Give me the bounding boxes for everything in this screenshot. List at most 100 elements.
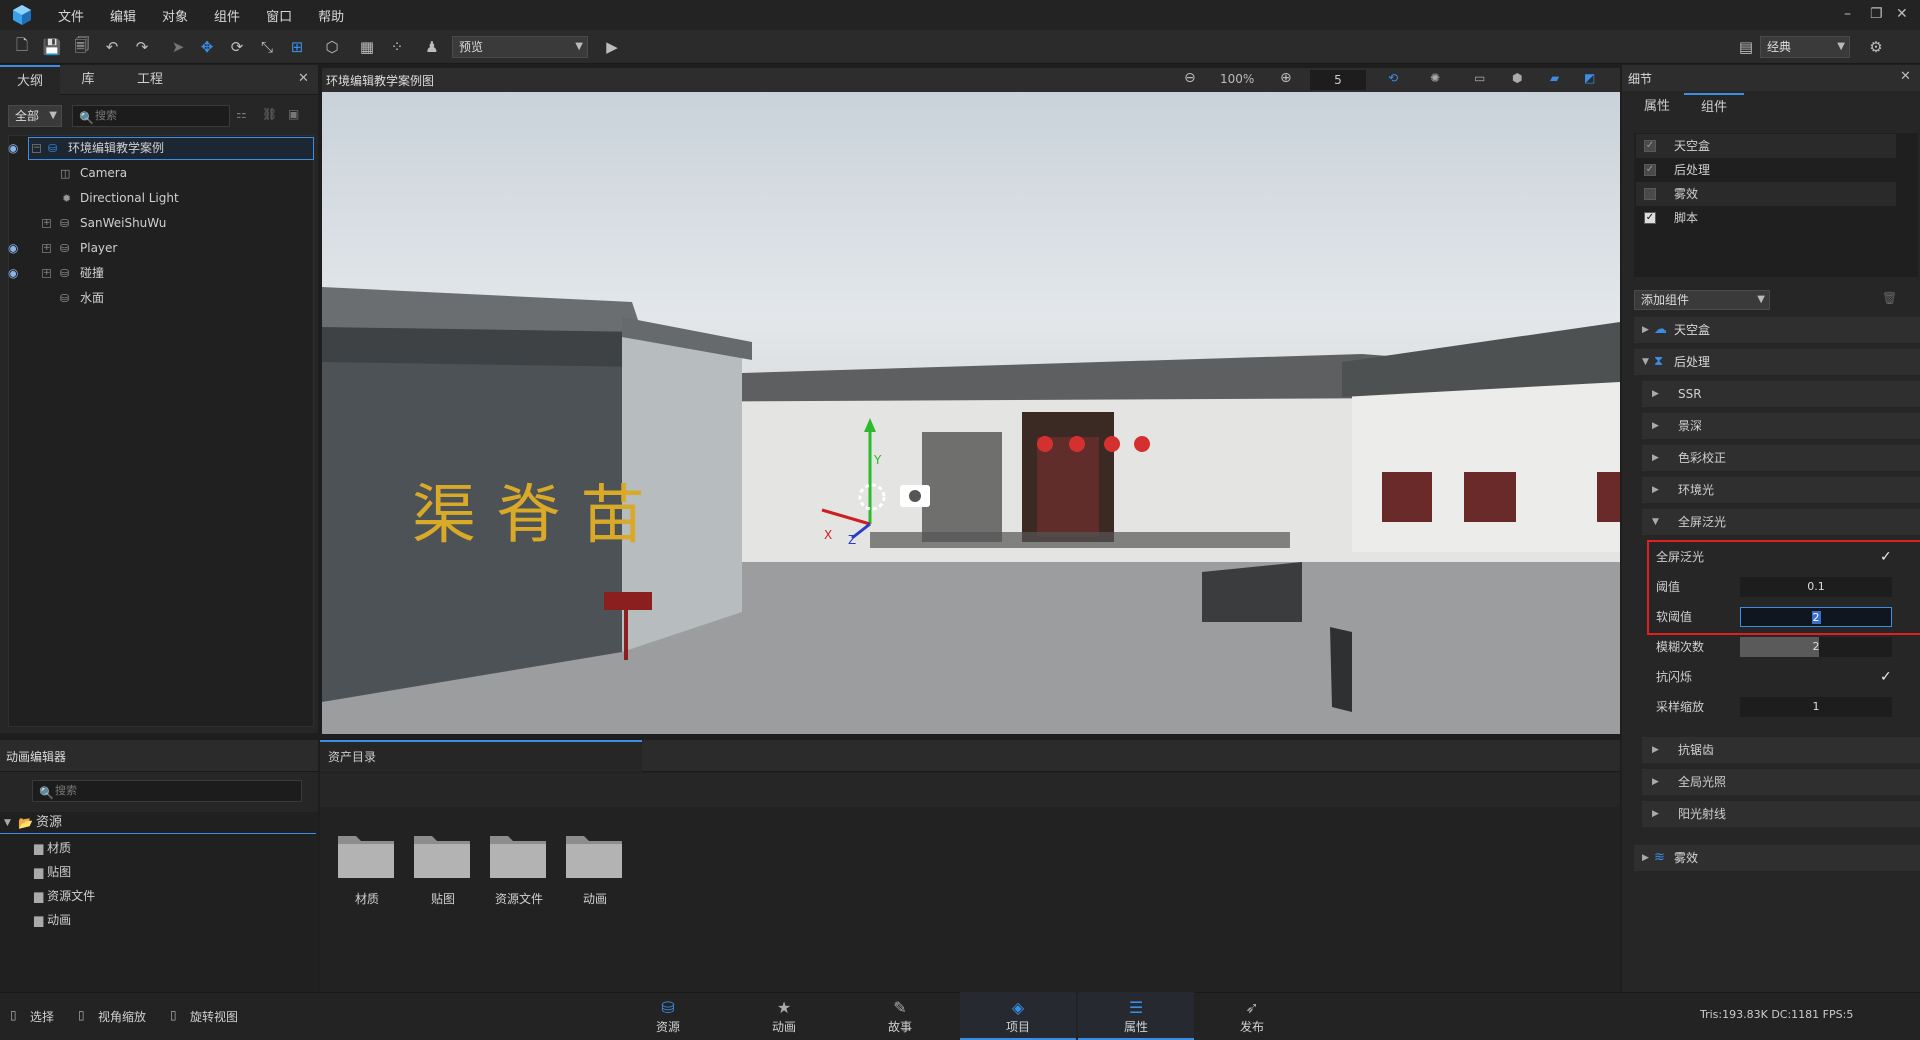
asset-search-input[interactable]: 🔍 搜索 bbox=[32, 780, 302, 802]
sync-view-icon[interactable]: ⟲ bbox=[1388, 71, 1398, 85]
sun-icon[interactable]: ✺ bbox=[1430, 71, 1440, 85]
redo-icon[interactable]: ↷ bbox=[132, 37, 152, 57]
fullscreen-icon[interactable]: ◩ bbox=[1584, 71, 1595, 85]
grid-icon[interactable]: ▦ bbox=[357, 37, 377, 57]
folder-resource-files[interactable]: 资源文件 bbox=[484, 828, 554, 918]
close-icon[interactable]: ✕ bbox=[1896, 6, 1908, 22]
tab-project[interactable]: 工程 bbox=[120, 65, 180, 95]
outline-search-input[interactable]: 🔍 搜索 bbox=[72, 105, 230, 127]
expand-toggle-icon[interactable]: + bbox=[42, 244, 51, 253]
post-item-color-correction[interactable]: ▶ 色彩校正 bbox=[1642, 445, 1920, 471]
folder-textures[interactable]: 贴图 bbox=[408, 828, 478, 918]
player-icon[interactable]: ♟ bbox=[422, 37, 442, 57]
video-camera-icon[interactable]: ▭ bbox=[1474, 71, 1485, 85]
perspective-icon[interactable]: ▰ bbox=[1550, 71, 1559, 85]
checkbox-checked-icon[interactable]: ✓ bbox=[1644, 164, 1656, 176]
asset-tree-item-resources[interactable]: ▆ 资源文件 bbox=[34, 884, 314, 908]
tab-components[interactable]: 组件 bbox=[1684, 93, 1744, 121]
cube-icon[interactable]: ⬢ bbox=[1512, 71, 1522, 85]
checkbox-empty-icon[interactable] bbox=[1644, 188, 1656, 200]
move-tool-icon[interactable]: ✥ bbox=[197, 37, 217, 57]
checkbox-checked-icon[interactable]: ✓ bbox=[1644, 140, 1656, 152]
asset-tree-item-animations[interactable]: ▆ 动画 bbox=[34, 908, 314, 932]
component-item-skybox[interactable]: ✓ 天空盒 bbox=[1636, 134, 1896, 158]
folder-materials[interactable]: 材质 bbox=[332, 828, 402, 918]
save-icon[interactable]: 💾 bbox=[42, 37, 62, 57]
scene-render[interactable]: 渠 脊 苗 Y X Z bbox=[322, 92, 1620, 734]
mode-select[interactable]: 预览 ▼ bbox=[452, 36, 588, 58]
expand-toggle-icon[interactable]: + bbox=[42, 219, 51, 228]
tree-item-directional-light[interactable]: ✹ Directional Light bbox=[0, 186, 316, 211]
local-space-icon[interactable]: ⊞ bbox=[287, 37, 307, 57]
soft-threshold-input[interactable]: 2 bbox=[1740, 607, 1892, 627]
nav-story[interactable]: ✎ 故事 bbox=[842, 992, 958, 1040]
tree-item-water[interactable]: ⛁ 水面 bbox=[0, 286, 316, 311]
folder-animations[interactable]: 动画 bbox=[560, 828, 630, 918]
threshold-input[interactable]: 0.1 bbox=[1740, 577, 1892, 597]
asset-tree-root[interactable]: ▼ 📂 资源 bbox=[0, 812, 316, 834]
rotate-tool-icon[interactable]: ⟳ bbox=[227, 37, 247, 57]
section-skybox[interactable]: ▶ ☁ 天空盒 bbox=[1634, 317, 1920, 343]
link-icon[interactable]: ⛓ bbox=[262, 107, 277, 121]
tree-item-player[interactable]: ◉ + ⛁ Player bbox=[0, 236, 316, 261]
visibility-eye-icon[interactable]: ◉ bbox=[8, 136, 18, 161]
play-icon[interactable]: ▶ bbox=[602, 37, 622, 57]
save-all-icon[interactable]: 🗐 bbox=[72, 36, 92, 57]
menu-window[interactable]: 窗口 bbox=[258, 6, 310, 25]
visibility-eye-icon[interactable]: ◉ bbox=[8, 261, 18, 286]
menu-component[interactable]: 组件 bbox=[206, 6, 258, 25]
nav-animation[interactable]: ★ 动画 bbox=[726, 992, 842, 1040]
tab-library[interactable]: 库 bbox=[60, 65, 116, 95]
nav-publish[interactable]: ➶ 发布 bbox=[1194, 992, 1310, 1040]
menu-object[interactable]: 对象 bbox=[154, 6, 206, 25]
post-item-ambient[interactable]: ▶ 环境光 bbox=[1642, 477, 1920, 503]
component-item-script[interactable]: ✓ 脚本 bbox=[1636, 206, 1896, 230]
checkbox-checked-icon[interactable]: ✓ bbox=[1644, 212, 1656, 224]
filter-icon[interactable]: ⚏ bbox=[236, 107, 247, 121]
filter-select[interactable]: 全部 ▼ bbox=[8, 105, 62, 127]
zoom-in-icon[interactable]: ⊕ bbox=[1280, 70, 1292, 86]
camera-speed-input[interactable]: 5 bbox=[1310, 70, 1366, 90]
layout-select[interactable]: 经典 ▼ bbox=[1760, 36, 1850, 58]
minimize-icon[interactable]: – bbox=[1844, 6, 1851, 22]
menu-file[interactable]: 文件 bbox=[50, 6, 102, 25]
dot-grid-icon[interactable]: ⁘ bbox=[387, 37, 407, 57]
checkmark-icon[interactable]: ✓ bbox=[1880, 665, 1892, 689]
select-arrow-icon[interactable]: ➤ bbox=[168, 37, 188, 57]
blur-count-slider[interactable]: 2 bbox=[1740, 637, 1892, 657]
nav-properties[interactable]: ☰ 属性 bbox=[1078, 992, 1194, 1040]
tab-asset-directory[interactable]: 资产目录 bbox=[320, 740, 642, 772]
trash-icon[interactable]: 🗑 bbox=[1882, 291, 1897, 305]
zoom-out-icon[interactable]: ⊖ bbox=[1184, 70, 1196, 86]
tree-item-camera[interactable]: ◫ Camera bbox=[0, 161, 316, 186]
snap-icon[interactable]: ⬡ bbox=[322, 37, 342, 57]
component-item-postprocess[interactable]: ✓ 后处理 bbox=[1636, 158, 1896, 182]
sample-scale-input[interactable]: 1 bbox=[1740, 697, 1892, 717]
close-panel-icon[interactable]: ✕ bbox=[298, 71, 309, 86]
post-item-bloom[interactable]: ▼ 全屏泛光 bbox=[1642, 509, 1920, 535]
tree-item-root[interactable]: ◉ − ⛁ 环境编辑教学案例 bbox=[0, 136, 316, 161]
post-item-dof[interactable]: ▶ 景深 bbox=[1642, 413, 1920, 439]
checkmark-icon[interactable]: ✓ bbox=[1880, 545, 1892, 569]
post-item-ssr[interactable]: ▶ SSR bbox=[1642, 381, 1920, 407]
menu-edit[interactable]: 编辑 bbox=[102, 6, 154, 25]
tab-properties[interactable]: 属性 bbox=[1632, 93, 1682, 121]
nav-resources[interactable]: ⛁ 资源 bbox=[610, 992, 726, 1040]
section-fog[interactable]: ▶ ≋ 雾效 bbox=[1634, 845, 1920, 871]
menu-help[interactable]: 帮助 bbox=[310, 6, 362, 25]
settings-icon[interactable]: ⚙ bbox=[1866, 37, 1886, 57]
restore-icon[interactable]: ❐ bbox=[1870, 6, 1883, 22]
close-panel-icon[interactable]: ✕ bbox=[1900, 69, 1911, 84]
visibility-eye-icon[interactable]: ◉ bbox=[8, 236, 18, 261]
section-postprocess[interactable]: ▼ ⧗ 后处理 bbox=[1634, 349, 1920, 375]
post-item-antialias[interactable]: ▶ 抗锯齿 bbox=[1642, 737, 1920, 763]
tree-item-collision[interactable]: ◉ + ⛁ 碰撞 bbox=[0, 261, 316, 286]
new-file-icon[interactable]: 🗋 bbox=[12, 36, 32, 57]
tab-outline[interactable]: 大纲 bbox=[0, 65, 60, 95]
post-item-gi[interactable]: ▶ 全局光照 bbox=[1642, 769, 1920, 795]
collapse-icon[interactable]: ▣ bbox=[288, 107, 299, 121]
layout-icon[interactable]: ▤ bbox=[1736, 37, 1756, 57]
scale-tool-icon[interactable]: ⤡ bbox=[257, 37, 277, 57]
add-component-select[interactable]: 添加组件 ▼ bbox=[1634, 290, 1770, 310]
post-item-sun-rays[interactable]: ▶ 阳光射线 bbox=[1642, 801, 1920, 827]
